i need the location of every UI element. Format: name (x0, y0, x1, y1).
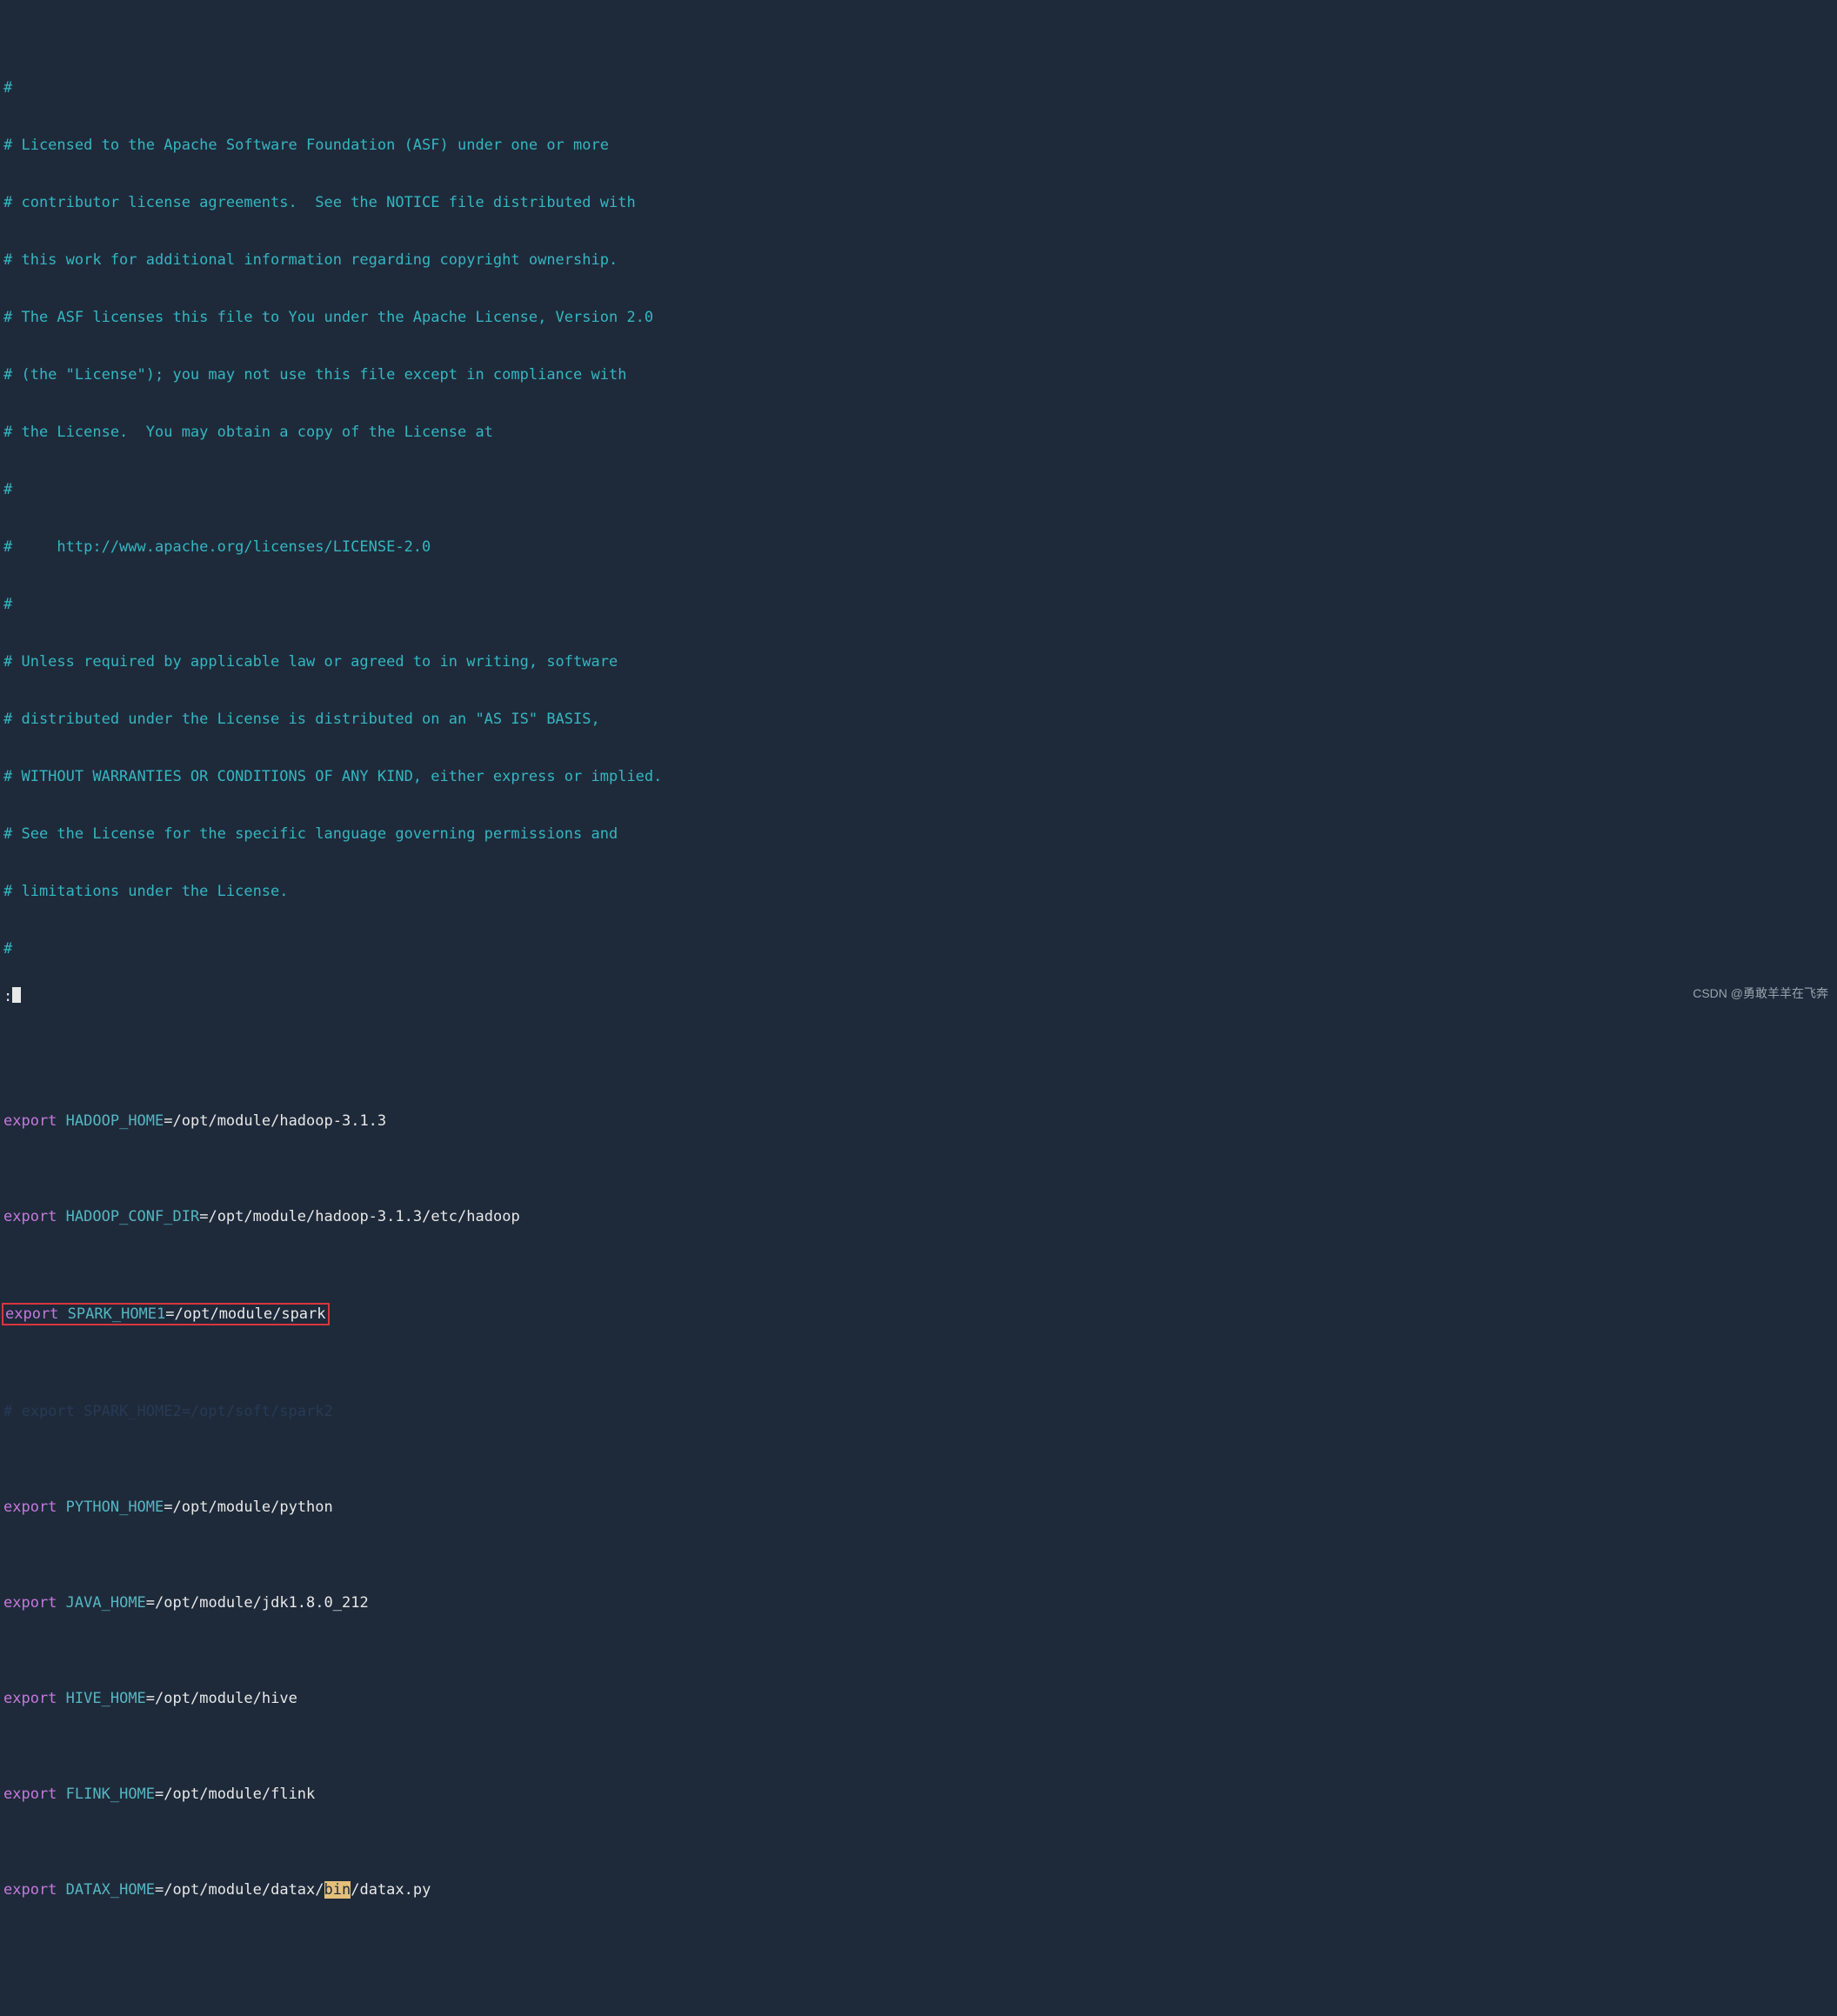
path-value: /opt/module/python (173, 1499, 333, 1516)
env-var: FLINK_HOME (66, 1786, 155, 1803)
equals-sign: = (164, 1112, 172, 1130)
env-var: HIVE_HOME (66, 1690, 146, 1707)
env-var: HADOOP_HOME (66, 1112, 164, 1130)
env-var: JAVA_HOME (66, 1594, 146, 1612)
disabled-line: # export SPARK_HOME2=/opt/soft/spark2 (3, 1402, 1834, 1421)
blank-line (3, 1957, 1834, 1976)
vim-command-line[interactable]: : (0, 987, 1837, 1008)
comment-line: # the License. You may obtain a copy of … (3, 423, 1834, 442)
highlight-box: export SPARK_HOME1=/opt/module/spark (2, 1303, 330, 1325)
comment-line: # this work for additional information r… (3, 250, 1834, 270)
keyword-export: export (3, 1208, 57, 1225)
path-value: /opt/module/hive (155, 1690, 297, 1707)
comment-line: # (3, 595, 1834, 614)
code-line: export FLINK_HOME=/opt/module/flink (3, 1785, 1834, 1804)
comment-line: # The ASF licenses this file to You unde… (3, 308, 1834, 327)
code-line: export DATAX_HOME=/opt/module/datax/bin/… (3, 1880, 1834, 1899)
path-value: /opt/module/hadoop-3.1.3 (173, 1112, 387, 1130)
code-line: export JAVA_HOME=/opt/module/jdk1.8.0_21… (3, 1593, 1834, 1612)
keyword-export: export (3, 1499, 57, 1516)
comment-line: # Licensed to the Apache Software Founda… (3, 136, 1834, 155)
comment-line: # WITHOUT WARRANTIES OR CONDITIONS OF AN… (3, 767, 1834, 786)
path-value: /datax.py (351, 1881, 431, 1899)
keyword-export: export (5, 1305, 58, 1323)
keyword-export: export (3, 1112, 57, 1130)
path-value: /opt/module/datax/ (164, 1881, 324, 1899)
search-match: bin (324, 1881, 351, 1899)
path-value: /opt/module/spark (175, 1305, 326, 1323)
comment-line: # contributor license agreements. See th… (3, 193, 1834, 212)
equals-sign: = (155, 1881, 164, 1899)
path-value: /opt/module/hadoop-3.1.3/etc/hadoop (208, 1208, 519, 1225)
keyword-export: export (3, 1690, 57, 1707)
env-var: DATAX_HOME (66, 1881, 155, 1899)
equals-sign: = (165, 1305, 174, 1323)
comment-line: # (3, 480, 1834, 499)
env-var: SPARK_HOME1 (68, 1305, 166, 1323)
code-line: export HIVE_HOME=/opt/module/hive (3, 1689, 1834, 1708)
code-line: export PYTHON_HOME=/opt/module/python (3, 1498, 1834, 1517)
env-var: HADOOP_CONF_DIR (66, 1208, 200, 1225)
editor-viewport[interactable]: # # Licensed to the Apache Software Foun… (0, 0, 1837, 2016)
watermark: CSDN @勇敢羊羊在飞奔 (1693, 984, 1828, 1003)
comment-line: # limitations under the License. (3, 882, 1834, 901)
path-value: /opt/module/flink (164, 1786, 315, 1803)
command-prompt: : (3, 988, 12, 1005)
comment-line: # distributed under the License is distr… (3, 710, 1834, 729)
code-line: export HADOOP_CONF_DIR=/opt/module/hadoo… (3, 1207, 1834, 1226)
equals-sign: = (164, 1499, 172, 1516)
equals-sign: = (146, 1690, 155, 1707)
blank-line (3, 1016, 1834, 1035)
comment-line: # (the "License"); you may not use this … (3, 365, 1834, 384)
comment-line: # http://www.apache.org/licenses/LICENSE… (3, 537, 1834, 557)
cursor (12, 987, 21, 1003)
keyword-export: export (3, 1594, 57, 1612)
equals-sign: = (155, 1786, 164, 1803)
comment-line: # (3, 78, 1834, 97)
code-line: export HADOOP_HOME=/opt/module/hadoop-3.… (3, 1111, 1834, 1131)
code-line-highlighted: export SPARK_HOME1=/opt/module/spark (3, 1303, 1834, 1325)
keyword-export: export (3, 1881, 57, 1899)
equals-sign: = (199, 1208, 208, 1225)
equals-sign: = (146, 1594, 155, 1612)
comment-line: # (3, 939, 1834, 958)
keyword-export: export (3, 1786, 57, 1803)
env-var: PYTHON_HOME (66, 1499, 164, 1516)
path-value: /opt/module/jdk1.8.0_212 (155, 1594, 369, 1612)
comment-line: # Unless required by applicable law or a… (3, 652, 1834, 671)
comment-line: # See the License for the specific langu… (3, 824, 1834, 844)
